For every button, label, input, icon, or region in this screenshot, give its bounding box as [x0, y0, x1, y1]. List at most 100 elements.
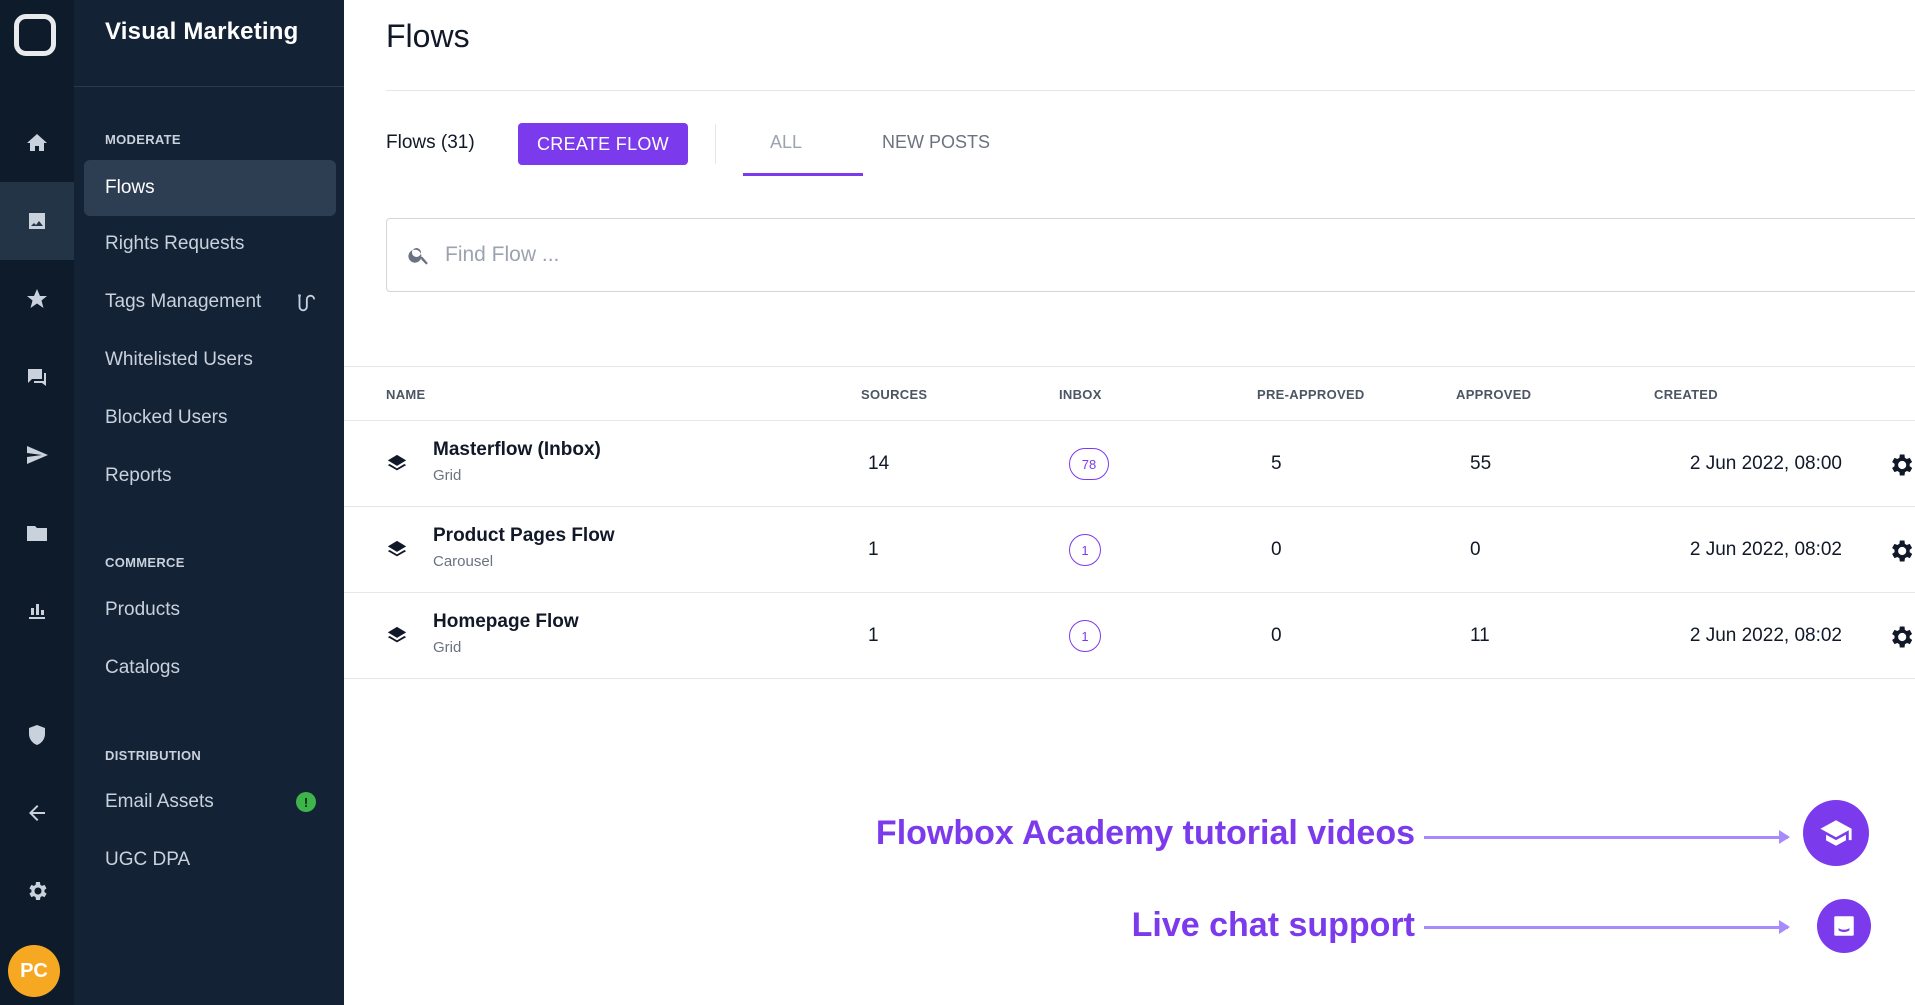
section-moderate: MODERATE — [105, 132, 181, 147]
layers-icon — [386, 453, 408, 475]
rail-favorites[interactable] — [0, 260, 74, 338]
rail-settings[interactable] — [0, 852, 74, 930]
rail-folders[interactable] — [0, 494, 74, 572]
rail-visual-marketing[interactable] — [0, 182, 74, 260]
flow-name[interactable]: Homepage Flow — [433, 611, 579, 633]
rail-back[interactable] — [0, 774, 74, 852]
sidebar-item-reports[interactable]: Reports — [84, 448, 336, 504]
sidebar-item-label: Catalogs — [105, 657, 180, 678]
flow-name[interactable]: Product Pages Flow — [433, 525, 615, 547]
main-content: Flows Flows (31) CREATE FLOW ALL NEW POS… — [344, 0, 1915, 1005]
tab-new-posts[interactable]: NEW POSTS — [882, 132, 990, 153]
back-arrow-icon — [29, 805, 45, 821]
app: PC Visual Marketing MODERATE Flows Right… — [0, 0, 1915, 1005]
page-title: Flows — [386, 18, 470, 54]
inbox-count-badge[interactable]: 78 — [1069, 448, 1109, 480]
sidebar-item-label: Blocked Users — [105, 407, 228, 428]
table-row[interactable]: Product Pages Flow Carousel 1 1 0 0 2 Ju… — [344, 507, 1915, 593]
sidebar-item-whitelisted-users[interactable]: Whitelisted Users — [84, 332, 336, 388]
graduation-cap-icon — [1820, 820, 1852, 846]
send-icon — [27, 446, 48, 464]
sidebar-item-catalogs[interactable]: Catalogs — [84, 640, 336, 696]
divider — [386, 90, 1915, 91]
inbox-count-badge[interactable]: 1 — [1069, 534, 1101, 566]
gear-icon[interactable] — [1887, 623, 1915, 651]
divider — [74, 86, 344, 87]
table-row[interactable]: Masterflow (Inbox) Grid 14 78 5 55 2 Jun… — [344, 421, 1915, 507]
rail-analytics[interactable] — [0, 572, 74, 650]
sources-count: 1 — [868, 625, 879, 646]
flow-type: Carousel — [433, 553, 494, 570]
flow-name[interactable]: Masterflow (Inbox) — [433, 439, 601, 461]
gear-icon[interactable] — [1887, 451, 1915, 479]
approved-count: 55 — [1470, 453, 1492, 474]
created-date: 2 Jun 2022, 08:02 — [1689, 625, 1842, 646]
search-box[interactable] — [386, 218, 1915, 292]
logo-icon[interactable] — [14, 14, 56, 56]
alert-badge: ! — [296, 792, 316, 812]
image-icon — [29, 213, 45, 229]
search-input[interactable] — [445, 243, 1045, 267]
column-header-sources[interactable]: SOURCES — [861, 387, 927, 402]
icon-rail: PC — [0, 0, 74, 1005]
flow-type: Grid — [433, 467, 462, 484]
shield-icon — [29, 725, 45, 745]
divider — [715, 124, 716, 164]
table-header: NAME SOURCES INBOX PRE-APPROVED APPROVED… — [344, 366, 1915, 421]
pre-approved-count: 5 — [1271, 453, 1282, 474]
gear-icon[interactable] — [1887, 537, 1915, 565]
sidebar-item-tags-management[interactable]: Tags Management — [84, 274, 336, 330]
sidebar-item-label: Rights Requests — [105, 233, 245, 254]
column-header-approved[interactable]: APPROVED — [1456, 387, 1531, 402]
pre-approved-count: 0 — [1271, 539, 1282, 560]
sidebar-item-label: Products — [105, 599, 180, 620]
rail-security[interactable] — [0, 696, 74, 774]
sidebar-item-products[interactable]: Products — [84, 582, 336, 638]
flows-table: NAME SOURCES INBOX PRE-APPROVED APPROVED… — [344, 366, 1915, 679]
inbox-count-badge[interactable]: 1 — [1069, 620, 1101, 652]
tab-active-indicator — [743, 173, 863, 176]
gear-icon — [29, 882, 47, 900]
section-commerce: COMMERCE — [105, 555, 185, 570]
column-header-pre-approved[interactable]: PRE-APPROVED — [1257, 387, 1365, 402]
search-icon — [408, 248, 428, 265]
approved-count: 11 — [1470, 625, 1490, 646]
chat-icon — [28, 369, 46, 386]
sidebar-item-ugc-dpa[interactable]: UGC DPA — [84, 832, 336, 888]
table-row[interactable]: Homepage Flow Grid 1 1 0 11 2 Jun 2022, … — [344, 593, 1915, 679]
sidebar-item-email-assets[interactable]: Email Assets ! — [84, 774, 336, 830]
academy-button[interactable] — [1803, 800, 1869, 866]
sidebar-item-label: UGC DPA — [105, 849, 191, 870]
sidebar-item-label: Whitelisted Users — [105, 349, 253, 370]
sources-count: 1 — [868, 539, 879, 560]
chat-bubble-icon — [1834, 916, 1854, 936]
sidebar-item-label: Reports — [105, 465, 172, 486]
bar-chart-icon — [29, 604, 45, 619]
column-header-created[interactable]: CREATED — [1654, 387, 1718, 402]
sidebar-item-flows[interactable]: Flows — [84, 160, 336, 216]
live-chat-button[interactable] — [1817, 899, 1871, 953]
rail-home[interactable] — [0, 104, 74, 182]
created-date: 2 Jun 2022, 08:02 — [1689, 539, 1842, 560]
rail-send[interactable] — [0, 416, 74, 494]
rail-messages[interactable] — [0, 338, 74, 416]
folder-icon — [27, 526, 47, 541]
sidebar: Visual Marketing MODERATE Flows Rights R… — [74, 0, 344, 1005]
route-icon — [294, 292, 316, 320]
avatar[interactable]: PC — [8, 945, 60, 997]
layers-icon — [386, 539, 408, 561]
chat-arrow — [1424, 920, 1790, 934]
column-header-inbox[interactable]: INBOX — [1059, 387, 1102, 402]
pre-approved-count: 0 — [1271, 625, 1282, 646]
sidebar-item-label: Email Assets — [105, 791, 214, 812]
approved-count: 0 — [1470, 539, 1481, 560]
tab-all[interactable]: ALL — [743, 132, 829, 153]
flows-count: Flows (31) — [386, 132, 475, 153]
column-header-name[interactable]: NAME — [386, 387, 425, 402]
sidebar-item-blocked-users[interactable]: Blocked Users — [84, 390, 336, 446]
sources-count: 14 — [868, 453, 890, 474]
sidebar-item-rights-requests[interactable]: Rights Requests — [84, 216, 336, 272]
create-flow-button[interactable]: CREATE FLOW — [518, 123, 688, 165]
layers-icon — [386, 625, 408, 647]
sidebar-item-label: Tags Management — [105, 291, 262, 312]
